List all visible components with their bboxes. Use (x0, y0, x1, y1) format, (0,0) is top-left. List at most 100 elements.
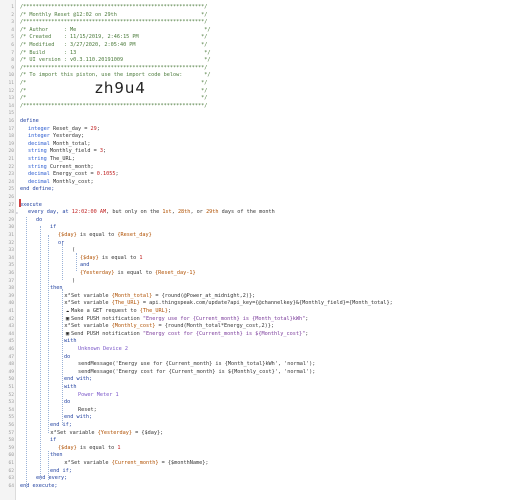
piston-title-comment: /* Monthly Reset @12:02 on 29th */ (20, 11, 208, 18)
end-with-keyword: end with; (64, 414, 93, 421)
variable-name: Reset_day (53, 125, 82, 132)
variable-ref: {Monthly_cost} (111, 323, 156, 330)
code-punctuation: ; (90, 163, 94, 170)
variable-name: Yesterday (53, 133, 82, 140)
variable-name: Monthly_cost (53, 178, 91, 185)
author-comment: /* Author : Me */ (20, 26, 211, 33)
every-time: 12:02:00 AM (71, 209, 107, 216)
code-punctuation: ; (87, 140, 91, 147)
code-punctuation: ; (96, 125, 100, 132)
variable-type: string (28, 156, 47, 162)
variable-name: Energy_cost (53, 171, 88, 178)
indent-guide (40, 226, 41, 480)
variable-type: integer (28, 133, 50, 140)
every-mid: , but only on the (106, 209, 163, 216)
indent-guide (48, 235, 49, 433)
every-day-2: 28th (177, 209, 191, 216)
variable-value: 0.1055 (96, 171, 116, 178)
variable-expression: = api.thingspeak.com/update?api_key={@ch… (139, 300, 393, 307)
with-keyword: with (64, 338, 77, 345)
line-number: 64 (8, 483, 14, 489)
every-day-3: 29th (206, 209, 219, 216)
build-comment: /* Build : 13 */ (20, 49, 211, 56)
created-comment: /* Created : 11/15/2019, 2:46:15 PM */ (20, 34, 208, 41)
condition-value: 1 (117, 444, 121, 451)
variable-ref: {Yesterday} (97, 429, 132, 436)
if-keyword: if (50, 224, 57, 231)
do-keyword: do (36, 216, 43, 223)
push-end: ; (305, 315, 309, 322)
fold-arrow-icon[interactable]: ▸ (16, 210, 18, 215)
indent-guide (62, 289, 63, 425)
variable-name: Current_month (49, 163, 91, 170)
do-keyword: do (64, 353, 71, 360)
get-request-label: Make a GET request to (71, 308, 140, 314)
then-keyword: then (50, 285, 63, 292)
variable-expression: = {$monthName}; (158, 460, 209, 466)
code-punctuation: ; (115, 171, 119, 178)
push-label: Send PUSH notification (71, 330, 143, 337)
indent-guide (76, 253, 77, 271)
condition-operand: {Yesterday} (80, 270, 115, 276)
end-with-keyword: end with; (64, 376, 93, 383)
end-if-keyword: end if; (50, 422, 72, 428)
header-border: /***************************************… (20, 102, 208, 109)
variable-type: string (28, 148, 47, 155)
variable-type: decimal (28, 140, 50, 147)
condition-operator: is equal to (76, 444, 118, 451)
send-message-command: sendMessage('Energy use for {Current_mon… (78, 361, 316, 368)
set-variable-label: Set variable (71, 300, 112, 307)
modified-comment: /* Modified : 3/27/2020, 2:05:40 PM */ (20, 42, 208, 48)
code-punctuation: ; (71, 156, 75, 162)
get-request-end: ; (167, 308, 171, 314)
import-note-comment: /* To import this piston, use the import… (20, 72, 211, 79)
condition-operator: is equal to (76, 232, 118, 238)
code-line[interactable]: 64 end execute; (0, 482, 521, 491)
push-end: ; (305, 330, 309, 337)
code-punctuation: = (90, 148, 100, 155)
import-code[interactable]: zh9u4 (95, 79, 146, 97)
if-keyword: if (50, 437, 57, 444)
end-define-keyword: end define; (20, 186, 55, 193)
variable-type: integer (28, 125, 50, 132)
variable-name: Monthly_field (49, 148, 91, 155)
code-punctuation: ; (90, 178, 94, 185)
execute-keyword: execute (20, 201, 42, 208)
reset-command: Reset; (78, 406, 97, 413)
header-border: /***************************************… (20, 4, 208, 10)
variable-type: decimal (28, 178, 50, 185)
indent-guide (48, 451, 49, 480)
indent-guide (62, 244, 63, 280)
indent-guide (26, 217, 27, 488)
variable-expression: = {round(Month_total*Energy_cost,2)}; (155, 323, 275, 330)
variable-type: string (28, 163, 47, 170)
get-request-url: {The_URL} (139, 308, 168, 314)
and-keyword: and (80, 262, 90, 269)
group-close: ) (72, 277, 76, 284)
code-punctuation: = (87, 171, 97, 178)
group-open: ( (72, 247, 76, 254)
set-variable-label: Set variable (71, 292, 112, 299)
piston-code-editor[interactable]: 1 /**************************************… (0, 0, 521, 500)
drag-handle[interactable] (19, 199, 21, 207)
ui-version-comment: /* UI version : v0.3.110.20191009 */ (20, 57, 211, 64)
end-if-keyword: end if; (50, 467, 72, 474)
every-day-1: 1st (162, 209, 172, 216)
every-or: , or (190, 209, 207, 216)
condition-operator: is equal to (98, 254, 140, 261)
code-text: end execute; (20, 482, 521, 491)
with-keyword: with (64, 384, 77, 390)
then-keyword: then (50, 452, 63, 459)
variable-expression: = {$day}; (131, 429, 164, 436)
device-name: Power Meter 1 (78, 391, 119, 398)
do-keyword: do (64, 399, 71, 406)
condition-operand: {$day} (80, 254, 99, 261)
device-name: Unknown Device 2 (78, 346, 128, 352)
header-border: /***************************************… (20, 64, 208, 71)
variable-type: decimal (28, 171, 50, 178)
variable-expression: = {round(@Power_at_midnight,2)}; (152, 292, 256, 299)
condition-operand: {$day} (58, 232, 77, 238)
variable-name: The_URL (49, 156, 72, 162)
variable-ref: {Month_total} (111, 292, 153, 299)
every-suffix: days of the month (218, 209, 275, 216)
